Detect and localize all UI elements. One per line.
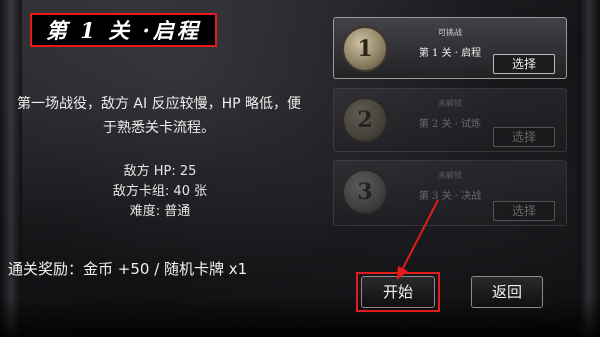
stage-status: 未解锁 — [438, 171, 462, 180]
start-button-highlight — [356, 272, 440, 312]
stage-card-3[interactable]: 3 未解锁 第 3 关 · 决战 选择 — [333, 160, 567, 226]
stage-status: 可挑战 — [438, 28, 462, 37]
level-title: 第 1 关 ·启程 — [30, 13, 217, 47]
stage-status: 未解锁 — [438, 99, 462, 108]
stage-name: 第 3 关 · 决战 — [418, 191, 482, 202]
clear-reward: 通关奖励：金币 +50 / 随机卡牌 x1 — [8, 260, 248, 278]
enemy-stats: 敌方 HP: 25 敌方卡组: 40 张 难度: 普通 — [80, 162, 240, 222]
left-pillar-decoration — [0, 0, 22, 337]
right-pillar-decoration — [578, 0, 600, 337]
enemy-hp: 敌方 HP: 25 — [123, 164, 197, 179]
stage-card-2[interactable]: 2 未解锁 第 2 关 · 试炼 选择 — [333, 88, 567, 152]
difficulty: 难度: 普通 — [129, 204, 191, 219]
select-button[interactable]: 选择 — [493, 201, 555, 221]
stage-card-1[interactable]: 1 可挑战 第 1 关 · 启程 选择 — [333, 17, 567, 79]
select-button[interactable]: 选择 — [493, 54, 555, 74]
back-button[interactable]: 返回 — [471, 276, 543, 308]
enemy-deck: 敌方卡组: 40 张 — [112, 184, 208, 199]
level-description: 第一场战役，敌方 AI 反应较慢，HP 略低，便于熟悉关卡流程。 — [16, 96, 302, 136]
select-button[interactable]: 选择 — [493, 127, 555, 147]
